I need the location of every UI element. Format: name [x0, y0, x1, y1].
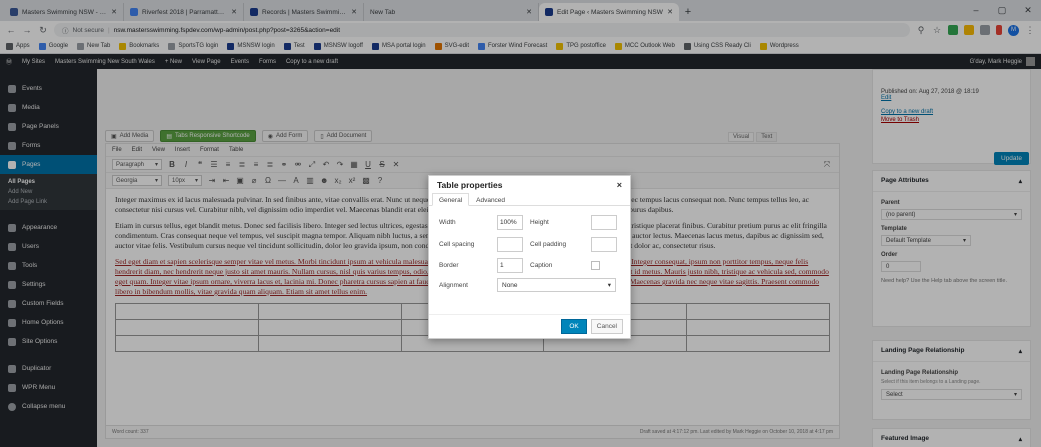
ok-button[interactable]: OK — [561, 319, 587, 334]
table-properties-dialog: Table properties × General Advanced Widt… — [428, 175, 631, 339]
height-label: Height — [530, 219, 549, 226]
alignment-label: Alignment — [439, 282, 468, 289]
tab-general[interactable]: General — [432, 193, 470, 206]
cell-spacing-label: Cell spacing — [439, 241, 475, 248]
cell-spacing-input[interactable] — [497, 237, 523, 252]
caption-checkbox[interactable] — [591, 261, 600, 270]
border-input[interactable]: 1 — [497, 258, 523, 273]
dialog-tabs: General Advanced — [429, 193, 630, 206]
border-label: Border — [439, 262, 459, 269]
close-icon[interactable]: × — [617, 180, 622, 190]
dialog-body: Width 100% Height Cell spacing Cell padd… — [429, 206, 630, 316]
cell-padding-label: Cell padding — [530, 241, 567, 248]
cancel-button[interactable]: Cancel — [590, 319, 623, 334]
width-label: Width — [439, 219, 456, 226]
caption-label: Caption — [530, 262, 553, 269]
dialog-header: Table properties × — [429, 176, 630, 193]
height-input[interactable] — [591, 215, 617, 230]
chevron-down-icon: ▾ — [607, 282, 611, 289]
cell-padding-input[interactable] — [591, 237, 617, 252]
dialog-title: Table properties — [437, 179, 503, 190]
alignment-select[interactable]: None ▾ — [497, 278, 616, 292]
tab-advanced[interactable]: Advanced — [469, 193, 512, 205]
width-input[interactable]: 100% — [497, 215, 523, 230]
dialog-footer: OK Cancel — [429, 314, 630, 338]
